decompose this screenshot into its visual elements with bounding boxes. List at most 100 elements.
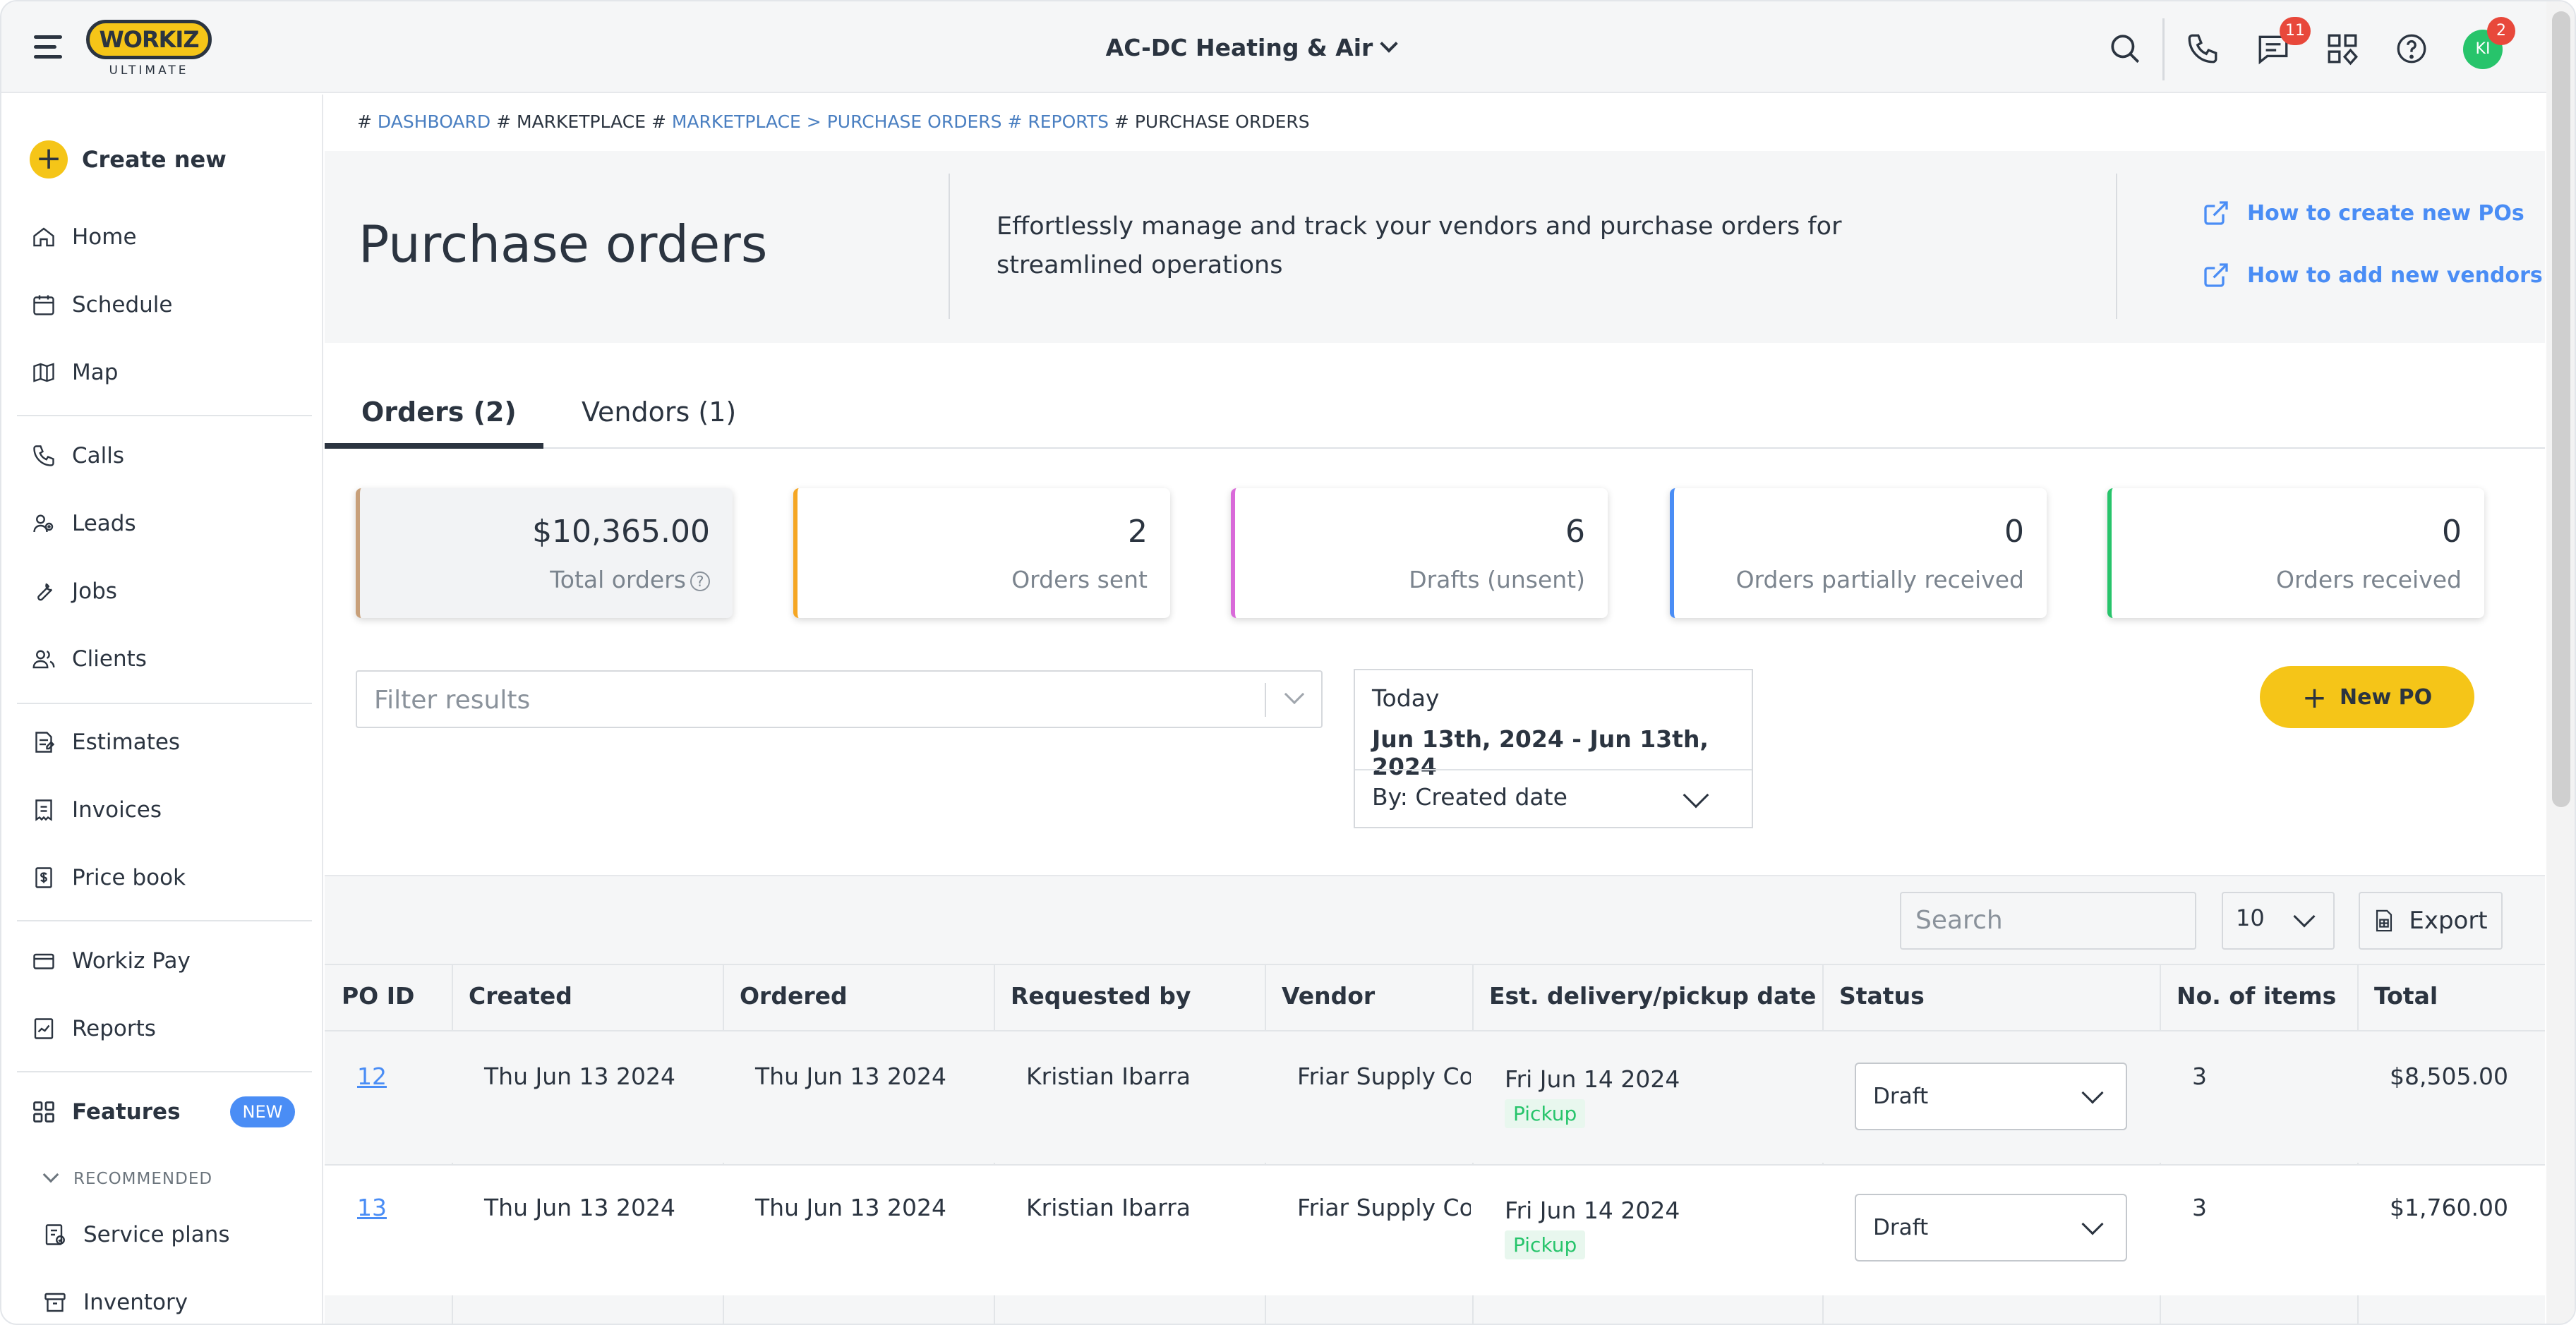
rows-per-page-select[interactable]: 10 <box>2222 892 2335 950</box>
sidebar-item-leads[interactable]: Leads <box>31 502 136 545</box>
breadcrumb-current: # PURCHASE ORDERS <box>1108 111 1310 132</box>
map-icon <box>33 363 54 382</box>
status-select[interactable]: Draft <box>1855 1194 2127 1262</box>
sidebar-item-label: Invoices <box>72 797 162 823</box>
export-label: Export <box>2409 907 2488 935</box>
date-by-select[interactable]: By: Created date <box>1372 783 1567 811</box>
tab-orders[interactable]: Orders (2) <box>361 397 517 428</box>
sidebar-item-label: Workiz Pay <box>72 948 191 974</box>
scrollbar-thumb[interactable] <box>2552 11 2570 807</box>
breadcrumb-purchase-orders[interactable]: PURCHASE ORDERS <box>827 111 1002 132</box>
total-orders-card: $10,365.00 Total orders? <box>356 488 733 618</box>
breadcrumb-sep: > <box>800 111 827 132</box>
filter-results-select[interactable]: Filter results <box>356 670 1323 728</box>
sidebar-item-invoices[interactable]: Invoices <box>31 789 162 831</box>
plan-label: ULTIMATE <box>109 63 189 78</box>
tabs-divider <box>325 447 2545 449</box>
sidebar: + Create new Home Schedule Map Calls Lea… <box>1 95 323 1324</box>
column-vendor[interactable]: Vendor <box>1282 982 1375 1010</box>
menu-icon[interactable] <box>34 35 62 59</box>
link-label: How to create new POs <box>2247 200 2524 226</box>
pickup-tag: Pickup <box>1505 1230 1586 1259</box>
column-requested-by[interactable]: Requested by <box>1011 982 1191 1010</box>
vendor-cell: Friar Supply Co <box>1297 1194 1471 1221</box>
sidebar-item-price-book[interactable]: Price book <box>31 857 186 899</box>
table-row[interactable] <box>325 1164 2545 1295</box>
column-delivery-date[interactable]: Est. delivery/pickup date <box>1489 982 1816 1010</box>
chevron-down-icon[interactable] <box>1284 684 1305 705</box>
per-page-value: 10 <box>2236 904 2265 931</box>
date-preset: Today <box>1372 684 1440 712</box>
sidebar-item-label: Calls <box>72 443 125 468</box>
sidebar-item-estimates[interactable]: Estimates <box>31 721 180 763</box>
card-label: Orders partially received <box>1735 566 2024 593</box>
help-icon[interactable] <box>2394 31 2429 66</box>
column-ordered[interactable]: Ordered <box>740 982 848 1010</box>
breadcrumb-dashboard[interactable]: DASHBOARD <box>378 111 490 132</box>
column-status[interactable]: Status <box>1839 982 1925 1010</box>
orders-received-card: 0 Orders received <box>2107 488 2484 618</box>
column-created[interactable]: Created <box>469 982 572 1010</box>
table-search-input[interactable]: Search <box>1900 892 2196 950</box>
export-button[interactable]: Export <box>2359 892 2503 950</box>
breadcrumb-sep: # <box>1001 111 1028 132</box>
sidebar-item-home[interactable]: Home <box>31 216 137 258</box>
sidebar-item-jobs[interactable]: Jobs <box>31 570 117 612</box>
date-range: Jun 13th, 2024 - Jun 13th, 2024 <box>1372 725 1709 780</box>
partially-received-card: 0 Orders partially received <box>1670 488 2047 618</box>
card-value: 0 <box>2004 514 2024 550</box>
column-po-id[interactable]: PO ID <box>342 982 414 1010</box>
external-link-icon <box>2204 263 2228 287</box>
divider <box>1265 683 1266 717</box>
chevron-down-icon <box>2081 1213 2104 1235</box>
table-row[interactable] <box>325 1031 2545 1163</box>
sidebar-item-features[interactable]: Features NEW <box>31 1091 296 1133</box>
invoice-icon <box>35 799 52 821</box>
breadcrumb-marketplace[interactable]: MARKETPLACE <box>672 111 801 132</box>
recommended-section-toggle[interactable]: RECOMMENDED <box>42 1166 213 1188</box>
card-label: Orders sent <box>1011 566 1148 593</box>
divider <box>17 415 312 416</box>
help-icon[interactable]: ? <box>690 571 710 591</box>
column-total[interactable]: Total <box>2374 982 2438 1010</box>
sidebar-item-clients[interactable]: Clients <box>31 638 147 680</box>
card-value: 0 <box>2442 514 2462 550</box>
po-id-link[interactable]: 12 <box>357 1063 387 1090</box>
chevron-down-icon <box>2293 905 2316 928</box>
create-new-label: Create new <box>82 146 227 173</box>
status-value: Draft <box>1873 1215 1929 1240</box>
apps-icon[interactable] <box>2325 31 2360 66</box>
pricebook-icon <box>35 867 52 888</box>
how-to-add-vendors-link[interactable]: How to add new vendors <box>2202 261 2543 289</box>
phone-icon[interactable] <box>2185 31 2220 66</box>
company-selector[interactable]: AC-DC Heating & Air <box>1074 34 1427 61</box>
po-id-link[interactable]: 13 <box>357 1194 387 1221</box>
workiz-logo[interactable]: WORKIZ <box>86 20 212 59</box>
card-value: 6 <box>1565 514 1585 550</box>
breadcrumb-reports[interactable]: REPORTS <box>1028 111 1109 132</box>
sidebar-item-workiz-pay[interactable]: Workiz Pay <box>31 940 191 982</box>
sidebar-item-inventory[interactable]: Inventory <box>42 1281 188 1324</box>
sidebar-item-calls[interactable]: Calls <box>31 435 124 477</box>
sidebar-item-service-plans[interactable]: Service plans <box>42 1214 230 1256</box>
items-cell: 3 <box>2192 1063 2207 1090</box>
date-range-picker[interactable]: Today Jun 13th, 2024 - Jun 13th, 2024 By… <box>1354 669 1753 828</box>
phone-icon <box>33 445 54 466</box>
how-to-create-pos-link[interactable]: How to create new POs <box>2202 199 2524 227</box>
column-no-of-items[interactable]: No. of items <box>2177 982 2336 1010</box>
search-icon[interactable] <box>2107 31 2143 66</box>
created-cell: Thu Jun 13 2024 <box>484 1194 675 1221</box>
tab-vendors[interactable]: Vendors (1) <box>582 397 736 428</box>
chevron-down-icon[interactable] <box>1683 782 1709 809</box>
recommended-label: RECOMMENDED <box>73 1170 213 1188</box>
create-new-button[interactable]: + Create new <box>30 138 227 181</box>
features-grid-icon <box>33 1101 54 1123</box>
sidebar-item-schedule[interactable]: Schedule <box>31 284 172 326</box>
status-select[interactable]: Draft <box>1855 1063 2127 1130</box>
divider <box>949 174 950 319</box>
messages-badge: 11 <box>2280 17 2311 45</box>
sidebar-item-reports[interactable]: Reports <box>31 1008 156 1050</box>
sidebar-item-label: Estimates <box>72 730 181 755</box>
new-po-button[interactable]: + New PO <box>2260 666 2474 728</box>
sidebar-item-map[interactable]: Map <box>31 351 118 394</box>
